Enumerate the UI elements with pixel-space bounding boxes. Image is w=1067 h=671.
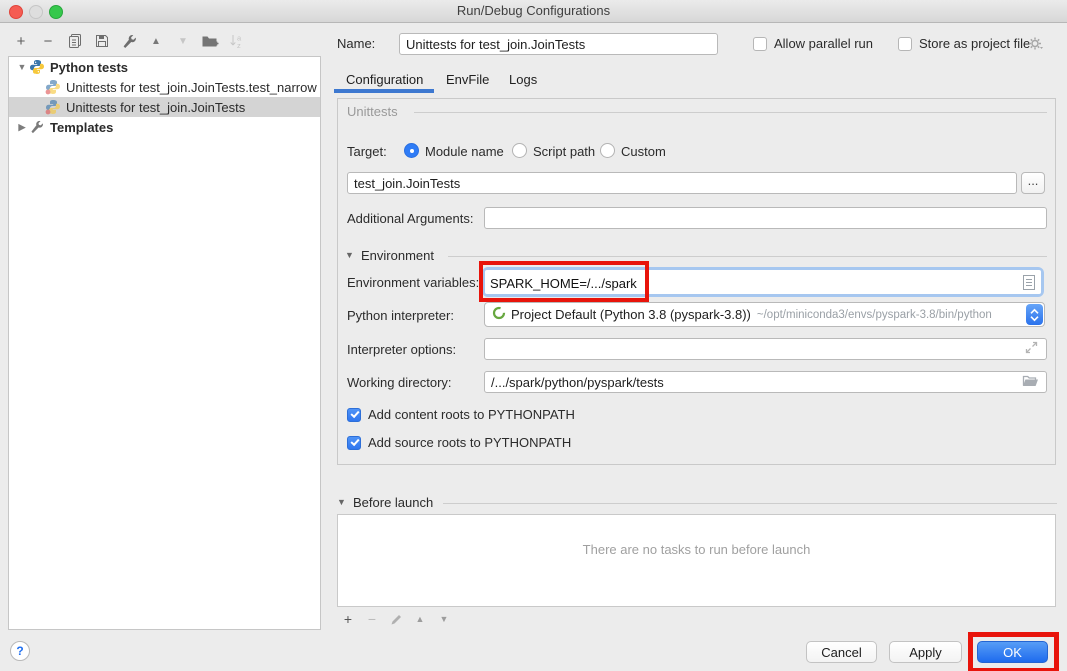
interpreter-options-label: Interpreter options: bbox=[347, 342, 456, 357]
title-bar: Run/Debug Configurations bbox=[0, 0, 1067, 23]
gear-icon[interactable] bbox=[1028, 36, 1043, 51]
tree-item-label: Unittests for test_join.JoinTests.test_n… bbox=[66, 80, 317, 95]
help-button[interactable]: ? bbox=[10, 641, 30, 661]
module-name-input[interactable] bbox=[347, 172, 1017, 194]
target-label: Target: bbox=[347, 144, 387, 159]
run-debug-configurations-dialog: Run/Debug Configurations + − ▲ ▼ az ▼ Py bbox=[0, 0, 1067, 671]
environment-collapse-icon[interactable]: ▼ bbox=[345, 250, 354, 260]
name-input[interactable] bbox=[399, 33, 718, 55]
ok-button[interactable]: OK bbox=[977, 641, 1048, 663]
add-source-roots-label: Add source roots to PYTHONPATH bbox=[368, 435, 571, 450]
unittests-section-title: Unittests bbox=[347, 104, 398, 119]
target-module-name-label: Module name bbox=[425, 144, 504, 159]
add-content-roots-label: Add content roots to PYTHONPATH bbox=[368, 407, 575, 422]
environment-variables-input[interactable] bbox=[488, 272, 992, 294]
python-icon bbox=[29, 59, 45, 75]
target-module-name-radio[interactable] bbox=[404, 143, 419, 158]
section-rule bbox=[414, 112, 1047, 113]
chevron-down-icon[interactable]: ▼ bbox=[15, 62, 29, 72]
svg-text:z: z bbox=[237, 41, 241, 49]
environment-section-title: Environment bbox=[361, 248, 434, 263]
tree-item-label: Templates bbox=[50, 120, 113, 135]
apply-button[interactable]: Apply bbox=[889, 641, 962, 663]
move-task-down-icon[interactable]: ▼ bbox=[437, 614, 451, 624]
target-custom-radio[interactable] bbox=[600, 143, 615, 158]
expand-field-icon[interactable] bbox=[1025, 341, 1038, 357]
add-source-roots-row: Add source roots to PYTHONPATH bbox=[347, 435, 571, 450]
cancel-button[interactable]: Cancel bbox=[806, 641, 877, 663]
target-script-path-radio[interactable] bbox=[512, 143, 527, 158]
python-run-config-icon bbox=[45, 99, 61, 115]
allow-parallel-run-row: Allow parallel run bbox=[753, 36, 873, 51]
environment-variables-label: Environment variables: bbox=[347, 275, 479, 290]
new-folder-icon[interactable] bbox=[201, 32, 219, 50]
allow-parallel-run-label: Allow parallel run bbox=[774, 36, 873, 51]
allow-parallel-run-checkbox[interactable] bbox=[753, 37, 767, 51]
section-rule bbox=[448, 256, 1047, 257]
add-configuration-icon[interactable]: + bbox=[12, 32, 30, 50]
tab-logs[interactable]: Logs bbox=[509, 72, 537, 87]
no-tasks-message: There are no tasks to run before launch bbox=[337, 542, 1056, 557]
tab-configuration[interactable]: Configuration bbox=[346, 72, 423, 87]
python-interpreter-dropdown[interactable]: Project Default (Python 3.8 (pyspark-3.8… bbox=[484, 302, 1045, 327]
before-launch-tasks-panel bbox=[337, 514, 1056, 607]
add-source-roots-checkbox[interactable] bbox=[347, 436, 361, 450]
before-launch-section-title: Before launch bbox=[353, 495, 433, 510]
edit-templates-icon[interactable] bbox=[120, 32, 138, 50]
target-custom-label: Custom bbox=[621, 144, 666, 159]
python-interpreter-label: Python interpreter: bbox=[347, 308, 454, 323]
remove-task-icon[interactable]: − bbox=[365, 611, 379, 627]
name-label: Name: bbox=[337, 36, 375, 51]
working-directory-label: Working directory: bbox=[347, 375, 452, 390]
move-down-icon[interactable]: ▼ bbox=[174, 32, 192, 50]
tree-item-unittests-jointests-selected[interactable]: Unittests for test_join.JoinTests bbox=[9, 97, 320, 117]
target-script-path-label: Script path bbox=[533, 144, 595, 159]
remove-configuration-icon[interactable]: − bbox=[39, 32, 57, 50]
chevron-right-icon[interactable]: ▶ bbox=[15, 122, 29, 133]
before-launch-collapse-icon[interactable]: ▼ bbox=[337, 497, 346, 507]
python-interpreter-path: ~/opt/miniconda3/envs/pyspark-3.8/bin/py… bbox=[757, 309, 992, 321]
section-rule bbox=[443, 503, 1057, 504]
configurations-toolbar: + − ▲ ▼ az bbox=[12, 29, 246, 53]
store-as-project-file-row: Store as project file bbox=[898, 36, 1030, 51]
browse-folder-icon[interactable] bbox=[1022, 374, 1039, 391]
additional-arguments-label: Additional Arguments: bbox=[347, 211, 473, 226]
add-content-roots-checkbox[interactable] bbox=[347, 408, 361, 422]
tab-envfile[interactable]: EnvFile bbox=[446, 72, 489, 87]
before-launch-toolbar: + − ▲ ▼ bbox=[341, 610, 451, 628]
tree-item-label: Unittests for test_join.JoinTests bbox=[66, 100, 245, 115]
additional-arguments-input[interactable] bbox=[484, 207, 1047, 229]
wrench-icon bbox=[29, 119, 45, 135]
add-content-roots-row: Add content roots to PYTHONPATH bbox=[347, 407, 575, 422]
edit-task-icon[interactable] bbox=[389, 613, 403, 626]
store-as-project-file-checkbox[interactable] bbox=[898, 37, 912, 51]
dropdown-stepper-icon[interactable] bbox=[1026, 304, 1043, 325]
window-title: Run/Debug Configurations bbox=[0, 0, 1067, 22]
tree-item-unittests-test-narrow[interactable]: Unittests for test_join.JoinTests.test_n… bbox=[9, 77, 320, 97]
sort-alphabetically-icon[interactable]: az bbox=[228, 32, 246, 50]
tree-item-templates[interactable]: ▶ Templates bbox=[9, 117, 320, 137]
add-task-icon[interactable]: + bbox=[341, 611, 355, 627]
move-up-icon[interactable]: ▲ bbox=[147, 32, 165, 50]
configurations-tree: ▼ Python tests Unittests for test_join.J… bbox=[8, 56, 321, 630]
interpreter-options-input[interactable] bbox=[484, 338, 1047, 360]
active-tab-underline bbox=[334, 89, 434, 93]
python-interpreter-value: Project Default (Python 3.8 (pyspark-3.8… bbox=[511, 307, 751, 322]
python-run-config-icon bbox=[45, 79, 61, 95]
environment-variables-list-icon[interactable] bbox=[1022, 274, 1036, 294]
store-as-project-file-label: Store as project file bbox=[919, 36, 1030, 51]
save-configuration-icon[interactable] bbox=[93, 32, 111, 50]
browse-module-button[interactable]: ... bbox=[1021, 172, 1045, 194]
working-directory-input[interactable] bbox=[484, 371, 1047, 393]
conda-environment-icon bbox=[492, 306, 506, 323]
tree-item-python-tests[interactable]: ▼ Python tests bbox=[9, 57, 320, 77]
move-task-up-icon[interactable]: ▲ bbox=[413, 614, 427, 624]
tree-item-label: Python tests bbox=[50, 60, 128, 75]
copy-configuration-icon[interactable] bbox=[66, 32, 84, 50]
